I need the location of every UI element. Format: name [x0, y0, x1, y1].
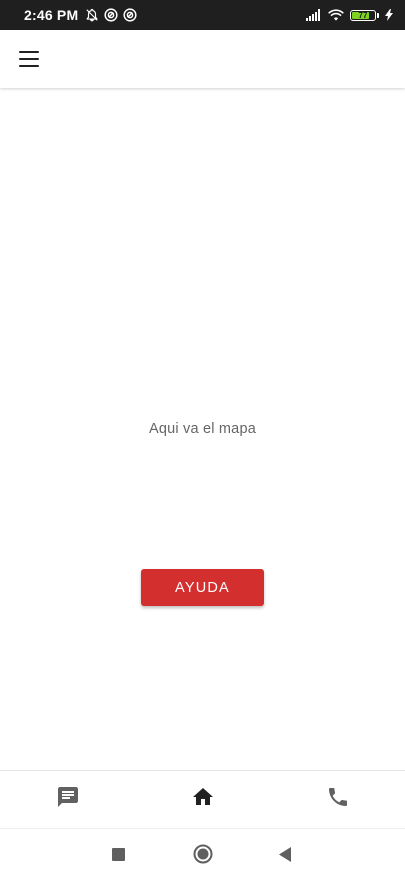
signal-icon — [306, 9, 322, 21]
help-button[interactable]: AYUDA — [141, 569, 264, 606]
notifications-off-icon — [85, 8, 99, 22]
status-system-icons: 77 — [306, 9, 393, 21]
chat-icon — [56, 785, 80, 814]
charging-bolt-icon — [385, 9, 393, 21]
home-icon — [191, 785, 215, 814]
status-notification-icons — [85, 8, 137, 22]
nav-item-home[interactable] — [135, 771, 270, 828]
battery-level: 77 — [358, 10, 368, 20]
app-bar — [0, 30, 405, 88]
home-circle-icon[interactable] — [193, 844, 213, 869]
bottom-navigation — [0, 770, 405, 828]
map-placeholder-text: Aqui va el mapa — [149, 421, 256, 437]
sync-circle-icon — [104, 8, 118, 22]
status-bar: 2:46 PM 77 — [0, 0, 405, 30]
battery-icon: 77 — [350, 9, 379, 21]
nav-item-chat[interactable] — [0, 771, 135, 828]
wifi-icon — [328, 9, 344, 21]
recents-square-icon[interactable] — [112, 848, 125, 866]
hamburger-menu-icon[interactable] — [19, 51, 39, 67]
battery-cap — [377, 12, 379, 18]
back-triangle-icon[interactable] — [279, 847, 292, 867]
sync-circle-icon — [123, 8, 137, 22]
status-time: 2:46 PM — [24, 7, 79, 23]
battery-indicator: 77 — [350, 9, 376, 21]
phone-icon — [326, 785, 350, 814]
system-navigation-bar — [0, 828, 405, 878]
nav-item-phone[interactable] — [270, 771, 405, 828]
